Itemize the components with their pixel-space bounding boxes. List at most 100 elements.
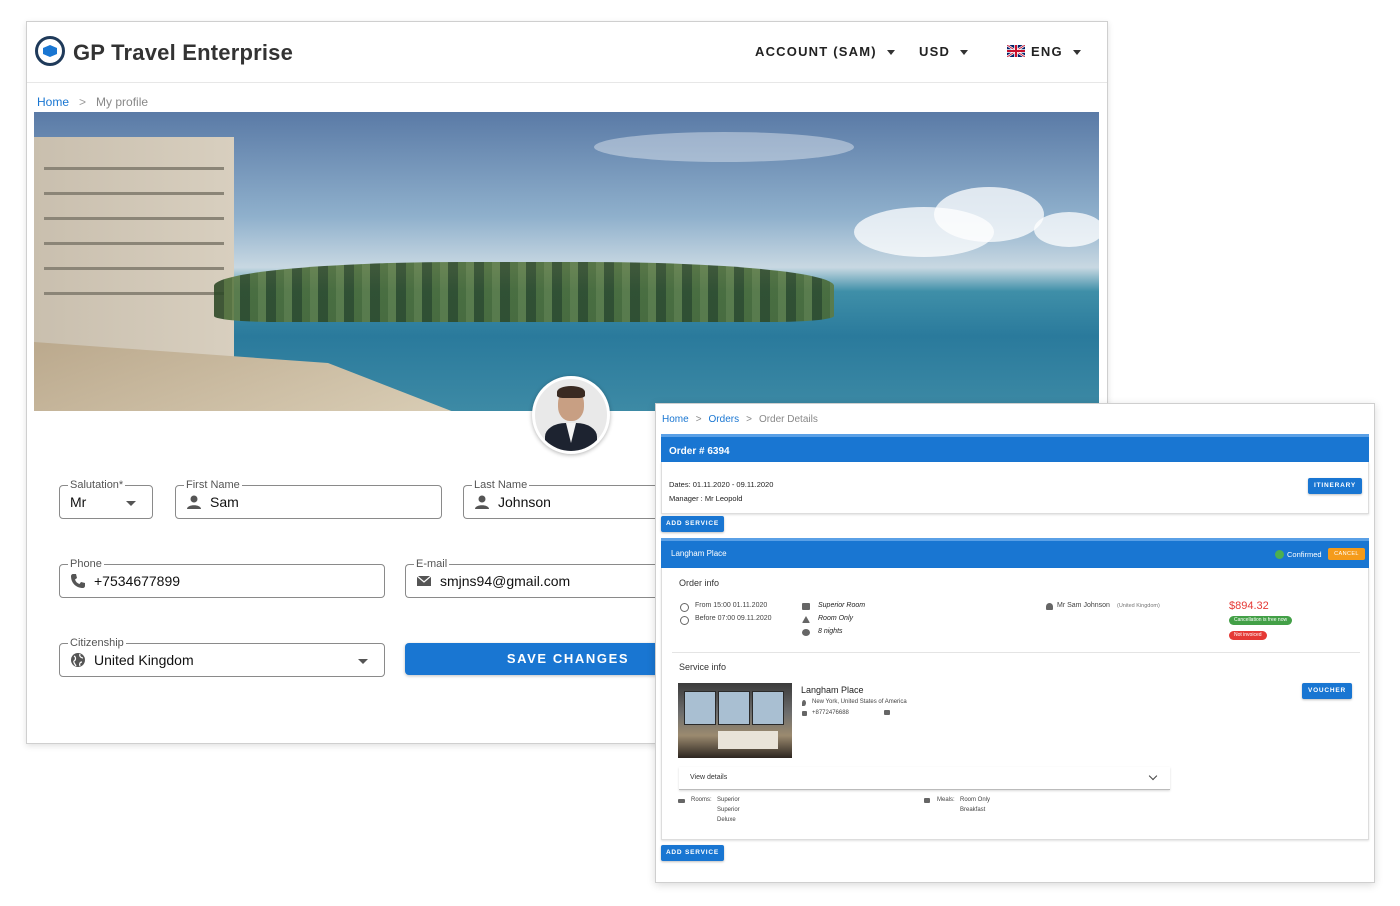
first-name-value: Sam — [210, 494, 239, 510]
phone-value: +7534677899 — [94, 573, 181, 589]
currency-menu-label: USD — [919, 44, 951, 59]
language-menu[interactable]: ENG — [1007, 44, 1081, 59]
salutation-value: Mr — [70, 494, 87, 510]
phone-icon — [802, 711, 807, 716]
citizenship-value: United Kingdom — [94, 652, 194, 668]
breadcrumb-home[interactable]: Home — [37, 95, 69, 109]
chevron-down-icon — [1148, 771, 1158, 781]
citizenship-select[interactable]: Citizenship United Kingdom — [59, 636, 385, 677]
service-name: Langham Place — [671, 549, 727, 558]
phone-icon — [71, 574, 85, 588]
checkout-icon — [680, 616, 689, 625]
view-details-accordion[interactable]: View details — [679, 767, 1170, 790]
add-service-button[interactable]: ADD SERVICE — [661, 516, 724, 532]
meals-label: Meals: — [937, 797, 955, 803]
bed-icon — [802, 603, 810, 610]
phone-field[interactable]: Phone +7534677899 — [59, 557, 385, 598]
brand-name: GP Travel Enterprise — [73, 40, 294, 65]
breadcrumb-current: My profile — [96, 95, 149, 109]
checkout-time: Before 07:00 09.11.2020 — [695, 615, 772, 622]
person-icon — [1046, 603, 1053, 610]
person-icon — [187, 495, 201, 509]
add-service-button[interactable]: ADD SERVICE — [661, 845, 724, 861]
chevron-down-icon — [1072, 50, 1081, 56]
avatar[interactable] — [532, 376, 610, 454]
cutlery-icon — [924, 798, 930, 803]
email-label: E-mail — [414, 557, 450, 571]
view-details-label: View details — [690, 774, 728, 781]
moon-icon — [802, 629, 810, 636]
account-menu[interactable]: ACCOUNT (SAM) — [755, 44, 895, 59]
salutation-select[interactable]: Salutation* Mr — [59, 478, 153, 519]
room-item: Deluxe — [717, 817, 736, 823]
room-item: Superior — [717, 797, 740, 803]
guest-country: (United Kingdom) — [1117, 603, 1160, 609]
fax-icon — [884, 710, 890, 715]
service-info-title: Service info — [679, 662, 727, 672]
status-dot-icon — [1275, 550, 1284, 559]
breadcrumb: Home > My profile — [37, 95, 148, 109]
rooms-label: Rooms: — [691, 797, 712, 803]
breadcrumb-orders[interactable]: Orders — [709, 414, 740, 425]
breadcrumb: Home > Orders > Order Details — [662, 414, 818, 425]
breadcrumb-current: Order Details — [758, 414, 818, 425]
order-info-title: Order info — [679, 578, 720, 588]
meal-item: Room Only — [960, 797, 991, 803]
language-menu-label: ENG — [1031, 44, 1063, 59]
account-menu-label: ACCOUNT (SAM) — [755, 44, 877, 59]
hotel-photo[interactable] — [678, 683, 792, 758]
first-name-label: First Name — [184, 478, 242, 492]
hotel-address: New York, United States of America — [812, 699, 907, 705]
itinerary-button[interactable]: ITINERARY — [1308, 478, 1362, 494]
breadcrumb-home[interactable]: Home — [662, 414, 689, 425]
last-name-value: Johnson — [498, 494, 551, 510]
currency-menu[interactable]: USD — [919, 44, 969, 59]
chevron-down-icon — [886, 50, 895, 56]
cancellation-badge: Cancellation is free now — [1229, 616, 1293, 625]
meal-item: Breakfast — [960, 807, 986, 813]
voucher-button[interactable]: VOUCHER — [1302, 683, 1352, 699]
checkin-time: From 15:00 01.11.2020 — [695, 602, 768, 609]
logo-icon — [35, 36, 65, 66]
status-badge: Confirmed — [1287, 550, 1322, 559]
checkin-icon — [680, 603, 689, 612]
cancel-button[interactable]: CANCEL — [1328, 548, 1365, 560]
order-details-window: Home > Orders > Order Details Order # 6394 D… — [655, 403, 1375, 883]
mail-icon — [416, 575, 432, 586]
board-icon — [802, 616, 810, 623]
breadcrumb-separator: > — [695, 414, 702, 425]
dropdown-arrow-icon — [126, 501, 136, 506]
phone-label: Phone — [68, 557, 104, 571]
divider — [672, 652, 1360, 653]
dropdown-arrow-icon — [358, 659, 368, 664]
service-header: Langham Place Confirmed CANCEL — [661, 538, 1369, 568]
email-value: smjns94@gmail.com — [440, 573, 571, 589]
first-name-field[interactable]: First Name Sam — [175, 478, 442, 519]
breadcrumb-separator: > — [79, 95, 87, 109]
uk-flag-icon — [1007, 45, 1025, 57]
price: $894.32 — [1229, 600, 1269, 612]
invoice-badge: Not invoiced — [1229, 631, 1267, 640]
salutation-label: Salutation* — [68, 478, 126, 492]
citizenship-label: Citizenship — [68, 636, 126, 650]
location-pin-icon — [802, 700, 806, 706]
room-item: Superior — [717, 807, 740, 813]
board-type: Room Only — [818, 615, 854, 622]
order-manager: Manager : Mr Leopold — [669, 494, 743, 503]
order-summary: Dates: 01.11.2020 - 09.11.2020 Manager :… — [661, 462, 1369, 514]
person-icon — [475, 495, 489, 509]
top-bar: GP Travel Enterprise ACCOUNT (SAM) USD E… — [27, 22, 1107, 83]
chevron-down-icon — [960, 50, 969, 56]
service-card: Order info From 15:00 01.11.2020 Before … — [661, 568, 1369, 840]
hotel-phone: +8772476688 — [812, 710, 849, 716]
hotel-name: Langham Place — [801, 685, 864, 695]
order-header: Order # 6394 — [661, 434, 1369, 462]
order-dates: Dates: 01.11.2020 - 09.11.2020 — [669, 480, 774, 489]
globe-icon — [71, 653, 85, 667]
nights-count: 8 nights — [818, 628, 843, 635]
breadcrumb-separator: > — [746, 414, 752, 425]
room-type: Superior Room — [818, 602, 866, 609]
last-name-label: Last Name — [472, 478, 530, 492]
bed-icon — [678, 799, 685, 803]
guest-name: Mr Sam Johnson — [1057, 602, 1110, 609]
